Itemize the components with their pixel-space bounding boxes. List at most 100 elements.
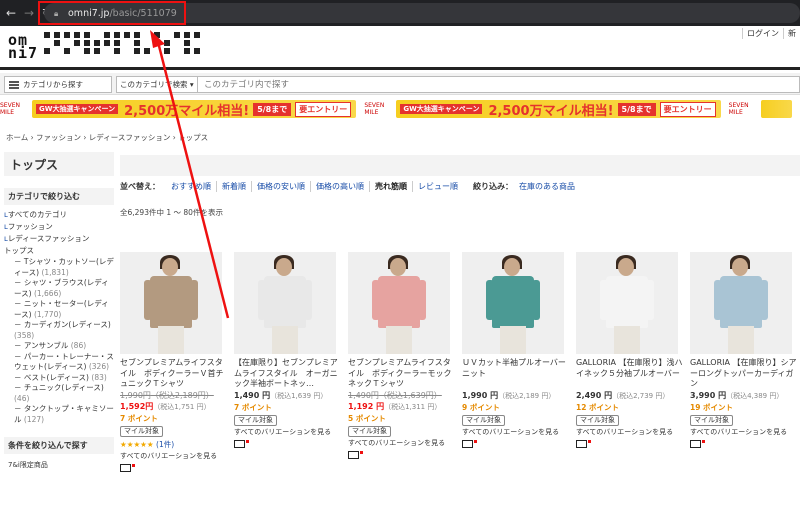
back-arrow-icon[interactable]: ← [4,6,18,20]
sale-price: 1,490 円（税込1,639 円） [234,391,328,400]
refine-in-stock[interactable]: 在庫のある商品 [519,181,575,192]
logo-dot [174,40,180,46]
category-browse-button[interactable]: カテゴリから探す [4,76,112,93]
logo-dot [94,32,100,38]
sidebar-subitem[interactable]: － チュニック(レディース) (46) [4,383,114,404]
logo-dot [174,32,180,38]
product-image[interactable] [462,252,564,354]
store-pickup-icon [462,440,477,448]
see-variations-link[interactable]: すべてのバリエーションを見る [462,427,576,437]
register-link[interactable]: 新 [783,28,800,39]
sidebar-subitem[interactable]: － シャツ・ブラウス(レディース) (1,666) [4,278,114,299]
product-name[interactable]: セブンプレミアムライフスタイル ボディクーラーＶ首チュニックＴシャツ [120,358,228,390]
store-pickup-icon [234,440,249,448]
product-image[interactable] [234,252,336,354]
logo-dot [154,48,160,54]
breadcrumb[interactable]: ホーム › ファッション › レディースファッション › トップス [6,132,208,143]
product-card[interactable]: GALLORIA 【在庫限り】浅ハイネック５分袖プルオーバー 2,490 円（税込… [576,252,690,472]
product-image[interactable] [348,252,450,354]
campaign-banner[interactable]: SEVEN MILE GW大抽選キャンペーン 2,500万マイル相当! 5/8ま… [0,98,357,120]
logo-dot [194,48,200,54]
sort-price-high[interactable]: 価格の高い順 [311,181,370,192]
review-stars[interactable]: ★★★★★ (1件) [120,439,234,450]
sidebar-subitem[interactable]: － Tシャツ・カットソー(レディース) (1,831) [4,257,114,278]
logo-dot [64,40,70,46]
limited-items-filter[interactable]: 7&i限定商品 [4,460,114,470]
menu-icon [9,80,19,89]
original-price: 1,490円（税込1,639円） [348,391,442,400]
logo-dot [184,32,190,38]
product-card[interactable]: GALLORIA 【在庫限り】シアーロングトッパーカーディガン 3,990 円（税… [690,252,800,472]
seven-mile-logo-2: SEVEN MILE [364,102,385,116]
logo-dot [104,32,110,38]
mile-badge: マイル対象 [234,415,277,426]
logo-dot [64,48,70,54]
sort-price-low[interactable]: 価格の安い順 [252,181,311,192]
logo-dot [94,48,100,54]
login-link[interactable]: ログイン [742,28,783,39]
campaign-banner-2[interactable]: SEVEN MILE GW大抽選キャンペーン 2,500万マイル相当! 5/8ま… [364,98,721,120]
logo-dot [104,40,110,46]
sidebar-subitem[interactable]: － ニット・セーター(レディース) (1,770) [4,299,114,320]
product-name[interactable]: GALLORIA 【在庫限り】浅ハイネック５分袖プルオーバー [576,358,684,390]
header-links: ログイン 新 [742,28,800,39]
points-label: 19 ポイント [690,403,734,412]
product-name[interactable]: GALLORIA 【在庫限り】シアーロングトッパーカーディガン [690,358,798,390]
points-label: 7 ポイント [234,403,272,412]
logo-dot [114,32,120,38]
logo-dot [84,32,90,38]
sort-recommended[interactable]: おすすめ順 [166,181,217,192]
sort-best-selling[interactable]: 売れ筋順 [370,181,413,192]
sort-reviews[interactable]: レビュー順 [413,181,463,192]
campaign-banner-3[interactable]: SEVEN MILE [728,98,792,120]
main-title-bar [120,155,800,176]
logo-dot-pattern [44,32,202,54]
sort-newest[interactable]: 新着順 [217,181,252,192]
see-variations-link[interactable]: すべてのバリエーションを見る [120,451,234,461]
sidebar-item-fashion[interactable]: ʟファッション [4,221,114,233]
sidebar-subitem[interactable]: － アンサンブル (86) [4,341,114,352]
logo-dot [194,40,200,46]
sale-price: 3,990 円（税込4,389 円） [690,391,784,400]
omni7-logo[interactable]: om ni7 [8,33,38,61]
sidebar-subitem[interactable]: － パーカー・トレーナー・スウェット(レディース) (326) [4,352,114,373]
product-card[interactable]: セブンプレミアムライフスタイル ボディクーラーモックネックＴシャツ 1,490円（… [348,252,462,472]
logo-dot [134,40,140,46]
condition-filter-heading[interactable]: 条件を絞り込んで探す [4,437,114,454]
campaign-banner-row: SEVEN MILE GW大抽選キャンペーン 2,500万マイル相当! 5/8ま… [0,98,800,120]
product-image[interactable] [690,252,792,354]
search-input[interactable] [198,76,800,93]
logo-dot [54,40,60,46]
product-image[interactable] [120,252,222,354]
product-card[interactable]: ＵＶカット半袖プルオーバーニット 1,990 円（税込2,189 円） 9 ポイント… [462,252,576,472]
product-card[interactable]: セブンプレミアムライフスタイル ボディクーラーＶ首チュニックＴシャツ 1,990円… [120,252,234,472]
points-label: 7 ポイント [120,414,158,423]
product-card[interactable]: 【在庫限り】セブンプレミアムライフスタイル オーガニック半袖ボートネッ… 1,49… [234,252,348,472]
product-image[interactable] [576,252,678,354]
sidebar-item-ladies[interactable]: ʟレディースファッション [4,233,114,245]
logo-dot [44,40,50,46]
logo-dot [74,48,80,54]
logo-dot [44,32,50,38]
category-list: ʟすべてのカテゴリ ʟファッション ʟレディースファッション トップス － Tシ… [4,209,114,425]
logo-dot [154,32,160,38]
see-variations-link[interactable]: すべてのバリエーションを見る [690,427,800,437]
logo-dot [124,48,130,54]
sidebar-subitem[interactable]: － カーディガン(レディース) (358) [4,320,114,341]
forward-arrow-icon[interactable]: → [22,6,36,20]
site-header: om ni7 ログイン 新 [0,26,800,70]
sidebar-subitem[interactable]: － タンクトップ・キャミソール (127) [4,404,114,425]
sidebar-item-all[interactable]: ʟすべてのカテゴリ [4,209,114,221]
logo-dot [84,40,90,46]
see-variations-link[interactable]: すべてのバリエーションを見る [576,427,690,437]
product-name[interactable]: ＵＶカット半袖プルオーバーニット [462,358,570,390]
store-pickup-icon [576,440,591,448]
see-variations-link[interactable]: すべてのバリエーションを見る [348,438,462,448]
product-name[interactable]: セブンプレミアムライフスタイル ボディクーラーモックネックＴシャツ [348,358,456,390]
sidebar-subitem[interactable]: － ベスト(レディース) (83) [4,373,114,384]
search-scope-select[interactable]: このカテゴリで検索 ▾ [116,76,198,93]
see-variations-link[interactable]: すべてのバリエーションを見る [234,427,348,437]
product-name[interactable]: 【在庫限り】セブンプレミアムライフスタイル オーガニック半袖ボートネッ… [234,358,342,390]
logo-dot [194,32,200,38]
seven-mile-logo-3: SEVEN MILE [728,102,749,116]
